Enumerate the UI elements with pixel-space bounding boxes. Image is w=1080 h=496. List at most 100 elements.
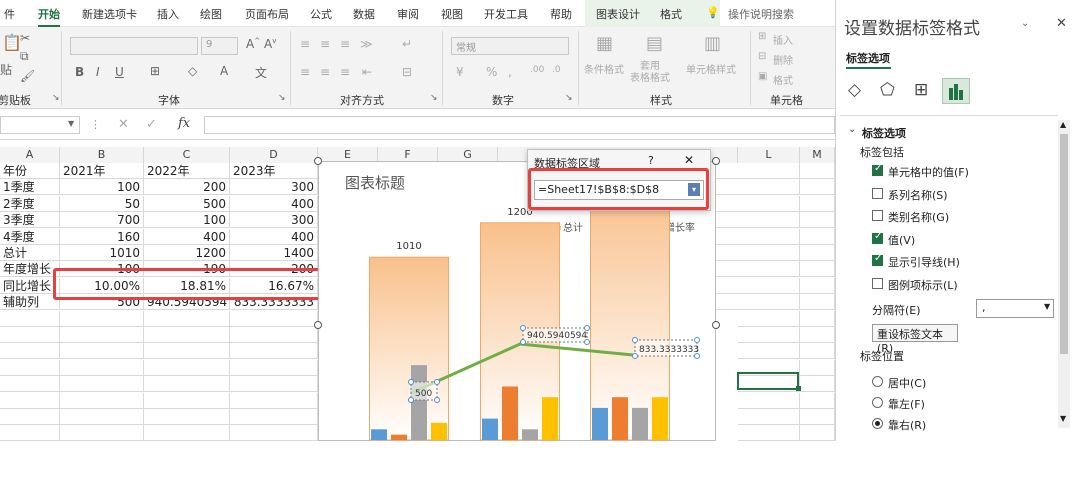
format-icon[interactable]: ▣ — [758, 71, 767, 82]
selected-cell[interactable] — [737, 372, 799, 390]
cell[interactable] — [60, 409, 144, 425]
cell[interactable]: 总计 — [0, 245, 60, 261]
formula-input[interactable] — [204, 116, 835, 134]
size-properties-icon[interactable]: ⊞ — [914, 80, 928, 100]
paste-label[interactable]: 贴 — [0, 61, 12, 78]
cell[interactable] — [60, 425, 144, 441]
tab-file[interactable]: 件 — [4, 6, 15, 22]
tell-me-search[interactable]: 操作说明搜索 — [728, 6, 794, 22]
grow-font-icon[interactable]: A^ — [246, 37, 260, 51]
cell[interactable]: 160 — [60, 228, 144, 245]
cell[interactable] — [800, 277, 835, 294]
cell[interactable] — [800, 294, 835, 311]
checkbox[interactable] — [872, 231, 883, 244]
cell[interactable]: 300 — [230, 179, 318, 196]
cell[interactable] — [0, 343, 60, 360]
fill-handle[interactable] — [796, 386, 801, 391]
function-icon[interactable]: fx — [178, 116, 190, 131]
chevron-down-icon[interactable]: ⌄ — [1021, 18, 1029, 29]
cell[interactable] — [800, 392, 835, 409]
separator-select[interactable]: , — [976, 299, 1054, 318]
cell[interactable] — [144, 310, 230, 327]
cell[interactable] — [60, 376, 144, 393]
cell[interactable] — [230, 327, 318, 343]
bar-quarter[interactable] — [371, 429, 387, 440]
close-icon[interactable]: ✕ — [1056, 16, 1067, 31]
bar-quarter[interactable] — [652, 397, 668, 440]
align-center-icon[interactable]: ≡ — [320, 65, 330, 79]
percent-icon[interactable]: % — [486, 65, 497, 79]
cell[interactable] — [60, 343, 144, 360]
scroll-up-icon[interactable]: ▲ — [1060, 120, 1066, 129]
label-handle[interactable] — [408, 397, 414, 403]
cell[interactable]: 700 — [60, 212, 144, 229]
label-handle[interactable] — [694, 337, 700, 343]
cell[interactable] — [230, 409, 318, 425]
decrease-decimal-icon[interactable]: .0 — [552, 65, 561, 75]
cell[interactable]: 500 — [144, 195, 230, 212]
cell[interactable] — [800, 359, 835, 376]
col-header-l[interactable]: L — [738, 147, 800, 163]
label-handle[interactable] — [408, 379, 414, 385]
checkbox[interactable] — [872, 187, 883, 199]
phonetic-icon[interactable]: 文 — [255, 64, 267, 81]
label-handle[interactable] — [520, 325, 526, 331]
dialog-launcher-icon[interactable]: ↘ — [430, 93, 438, 103]
option-checkbox[interactable]: 单元格中的值(F) — [872, 163, 969, 180]
conditional-format-icon[interactable]: ▦ — [596, 33, 613, 54]
tab-view[interactable]: 视图 — [441, 6, 463, 22]
cancel-icon[interactable]: ✕ — [118, 117, 129, 132]
tab-new[interactable]: 新建选项卡 — [82, 6, 137, 22]
cell[interactable] — [800, 261, 835, 278]
cell[interactable] — [60, 359, 144, 376]
cut-icon[interactable]: ✂ — [20, 31, 30, 45]
cell[interactable] — [144, 392, 230, 409]
cell[interactable] — [738, 425, 800, 441]
delete-cells-button[interactable]: 删除 — [773, 52, 793, 67]
cell[interactable] — [230, 376, 318, 393]
tab-chart-design[interactable]: 图表设计 — [596, 6, 640, 22]
bar-quarter[interactable] — [522, 429, 538, 440]
cell[interactable] — [144, 425, 230, 441]
merge-icon[interactable]: ⊟ — [402, 65, 412, 79]
bar-quarter[interactable] — [632, 407, 648, 440]
increase-decimal-icon[interactable]: .00 — [530, 65, 544, 75]
cell[interactable] — [144, 376, 230, 393]
table-format-icon[interactable]: ▤ — [646, 33, 663, 54]
label-handle[interactable] — [434, 397, 440, 403]
cell[interactable] — [230, 359, 318, 376]
cell[interactable] — [0, 425, 60, 441]
bar-quarter[interactable] — [592, 407, 608, 440]
cell[interactable]: 4季度 — [0, 228, 60, 245]
cell[interactable] — [800, 343, 835, 360]
format-cells-button[interactable]: 格式 — [773, 72, 793, 87]
label-handle[interactable] — [694, 353, 700, 359]
cell[interactable] — [738, 294, 800, 311]
resize-handle[interactable] — [712, 157, 720, 165]
conditional-format-button[interactable]: 条件格式 — [584, 61, 624, 76]
resize-handle[interactable] — [712, 321, 720, 329]
cell[interactable]: 辅助列 — [0, 294, 60, 311]
cell[interactable] — [800, 163, 835, 179]
cell[interactable] — [230, 425, 318, 441]
wrap-text-icon[interactable]: ↵ — [402, 37, 412, 51]
tab-layout[interactable]: 页面布局 — [245, 6, 289, 22]
cell[interactable]: 2022年 — [144, 163, 230, 179]
cell[interactable]: 1200 — [144, 245, 230, 261]
scroll-down-icon[interactable]: ▼ — [1060, 414, 1066, 423]
cell[interactable] — [230, 343, 318, 360]
section-label-options[interactable]: 标签选项 — [862, 125, 906, 141]
cell[interactable] — [738, 327, 800, 343]
scroll-thumb[interactable] — [1060, 134, 1068, 354]
cell[interactable]: 2023年 — [230, 163, 318, 179]
font-size-combo[interactable]: 9 — [201, 37, 238, 55]
option-checkbox[interactable]: 图例项标示(L) — [872, 277, 958, 293]
cell[interactable] — [738, 261, 800, 278]
align-right-icon[interactable]: ≡ — [340, 65, 350, 79]
tab-label-options[interactable]: 标签选项 — [846, 50, 890, 66]
tab-review[interactable]: 审阅 — [397, 6, 419, 22]
cell[interactable] — [230, 392, 318, 409]
tab-home[interactable]: 开始 — [38, 6, 60, 28]
cell[interactable] — [800, 327, 835, 343]
cell[interactable]: 3季度 — [0, 212, 60, 229]
